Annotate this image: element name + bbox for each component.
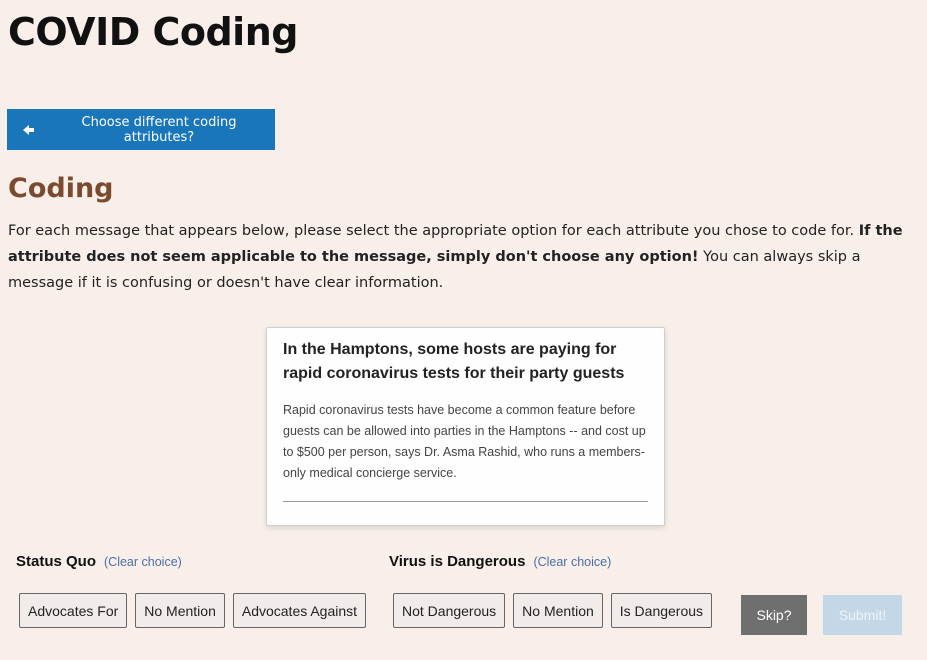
choose-attributes-label: Choose different coding attributes? bbox=[81, 114, 237, 145]
clear-choice-link[interactable]: (Clear choice) bbox=[104, 555, 182, 569]
attribute-label: Virus is Dangerous bbox=[389, 553, 526, 570]
option-no-mention[interactable]: No Mention bbox=[513, 593, 603, 628]
message-title: In the Hamptons, some hosts are paying f… bbox=[283, 341, 625, 382]
coding-instructions: For each message that appears below, ple… bbox=[8, 218, 920, 296]
message-divider bbox=[283, 501, 648, 502]
skip-button[interactable]: Skip? bbox=[741, 595, 807, 635]
option-advocates-for[interactable]: Advocates For bbox=[19, 593, 128, 628]
option-advocates-against[interactable]: Advocates Against bbox=[232, 593, 367, 628]
attribute-label: Status Quo bbox=[16, 553, 97, 570]
page-title: COVID Coding bbox=[8, 10, 298, 54]
clear-choice-link[interactable]: (Clear choice) bbox=[533, 555, 611, 569]
attribute-virus-is-dangerous: Virus is Dangerous (Clear choice) Not Da… bbox=[389, 553, 713, 628]
message-body: Rapid coronavirus tests have become a co… bbox=[283, 403, 646, 480]
message-card: In the Hamptons, some hosts are paying f… bbox=[266, 327, 665, 526]
attribute-status-quo: Status Quo (Clear choice) Advocates For … bbox=[16, 553, 367, 628]
coding-heading: Coding bbox=[8, 173, 114, 204]
option-no-mention[interactable]: No Mention bbox=[135, 593, 225, 628]
choose-attributes-button[interactable]: Choose different coding attributes? bbox=[7, 109, 275, 150]
option-is-dangerous[interactable]: Is Dangerous bbox=[610, 593, 713, 628]
arrow-left-icon bbox=[23, 124, 35, 136]
submit-button[interactable]: Submit! bbox=[823, 595, 902, 635]
instructions-text: For each message that appears below, ple… bbox=[8, 223, 859, 239]
option-not-dangerous[interactable]: Not Dangerous bbox=[393, 593, 506, 628]
